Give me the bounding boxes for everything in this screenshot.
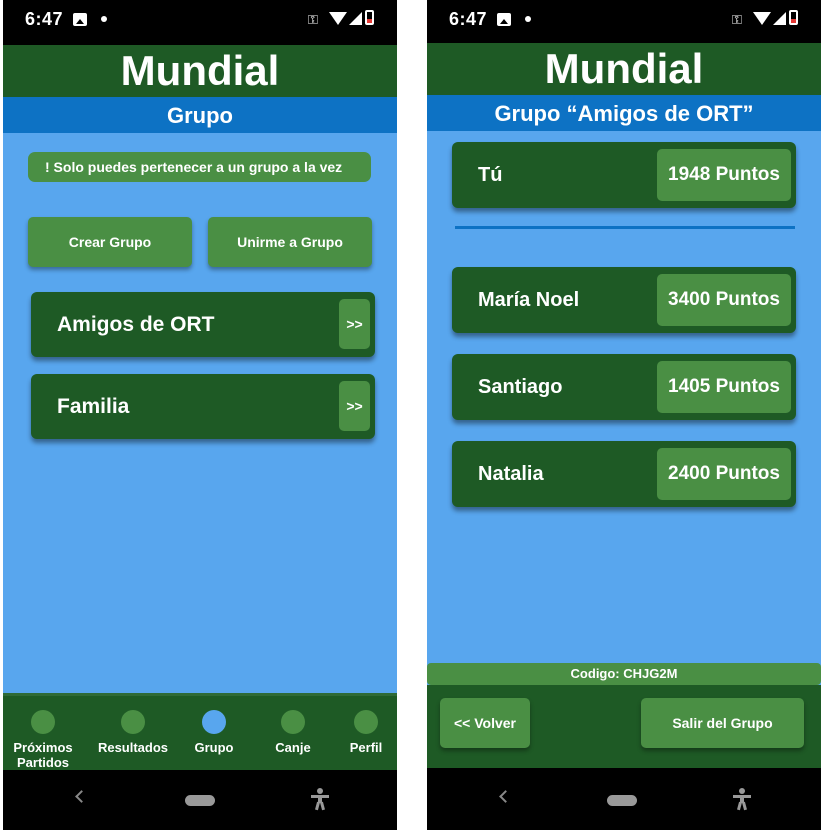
signal-icon xyxy=(349,12,362,25)
groups-content: ! Solo puedes pertenecer a un grupo a la… xyxy=(3,133,397,693)
nav-label: Perfil xyxy=(349,740,383,755)
back-button[interactable]: << Volver xyxy=(440,698,530,748)
group-card-amigos-de-ort[interactable]: Amigos de ORT >> xyxy=(31,292,375,357)
group-name: Familia xyxy=(57,395,130,418)
nav-item-proximos-partidos[interactable]: Próximos Partidos xyxy=(3,696,83,770)
system-navigation-bar xyxy=(427,770,821,830)
open-group-button[interactable]: >> xyxy=(339,381,370,431)
member-points: 2400 Puntos xyxy=(657,448,791,500)
signal-icon xyxy=(773,12,786,25)
nav-dot-icon xyxy=(121,710,145,734)
nav-item-perfil[interactable]: Perfil xyxy=(326,696,397,755)
status-time: 6:47 xyxy=(449,9,488,29)
accessibility-icon[interactable] xyxy=(733,788,751,811)
group-code: Codigo: CHJG2M xyxy=(427,663,821,685)
nav-label: Grupo xyxy=(194,740,234,755)
system-navigation-bar xyxy=(3,770,397,830)
back-icon[interactable] xyxy=(499,790,512,803)
nav-label: Resultados xyxy=(97,740,169,755)
phone-screen-group-detail: 6:47 ⚿ Mundial Grupo “Amigos de ORT” Tú … xyxy=(427,0,821,830)
photo-notification-icon xyxy=(497,13,511,26)
nav-label: Canje xyxy=(275,740,311,755)
wifi-icon xyxy=(753,12,771,25)
leave-group-button[interactable]: Salir del Grupo xyxy=(641,698,804,748)
member-name: Natalia xyxy=(478,463,544,485)
back-icon[interactable] xyxy=(75,790,88,803)
notification-dot-icon xyxy=(525,16,531,22)
group-actions-footer: << Volver Salir del Grupo xyxy=(427,685,821,768)
member-name: María Noel xyxy=(478,289,580,311)
group-card-familia[interactable]: Familia >> xyxy=(31,374,375,439)
create-group-button[interactable]: Crear Grupo xyxy=(28,217,192,267)
status-bar: 6:47 ⚿ xyxy=(427,0,821,45)
notification-dot-icon xyxy=(101,16,107,22)
nav-item-resultados[interactable]: Resultados xyxy=(93,696,173,755)
vpn-key-icon: ⚿ xyxy=(732,12,742,27)
phone-screen-groups: 6:47 ⚿ Mundial Grupo ! Solo puedes perte… xyxy=(3,0,397,830)
nav-dot-icon xyxy=(31,710,55,734)
battery-icon xyxy=(789,10,798,25)
vpn-key-icon: ⚿ xyxy=(308,12,318,27)
member-points: 3400 Puntos xyxy=(657,274,791,326)
group-title: Grupo “Amigos de ORT” xyxy=(427,95,821,131)
divider xyxy=(455,226,795,229)
home-icon[interactable] xyxy=(607,795,637,806)
nav-item-grupo[interactable]: Grupo xyxy=(174,696,254,755)
photo-notification-icon xyxy=(73,13,87,26)
nav-label: Próximos Partidos xyxy=(13,740,73,770)
page-subtitle: Grupo xyxy=(3,97,397,133)
battery-icon xyxy=(365,10,374,25)
open-group-button[interactable]: >> xyxy=(339,299,370,349)
single-group-notice: ! Solo puedes pertenecer a un grupo a la… xyxy=(28,152,371,182)
member-name: Santiago xyxy=(478,376,563,398)
wifi-icon xyxy=(329,12,347,25)
nav-dot-icon xyxy=(354,710,378,734)
group-name: Amigos de ORT xyxy=(57,313,215,336)
app-title: Mundial xyxy=(427,43,821,95)
self-score-row: Tú 1948 Puntos xyxy=(452,142,796,208)
app-title: Mundial xyxy=(3,45,397,97)
member-row: María Noel 3400 Puntos xyxy=(452,267,796,333)
member-points: 1405 Puntos xyxy=(657,361,791,413)
nav-item-canje[interactable]: Canje xyxy=(253,696,333,755)
status-time: 6:47 xyxy=(25,9,64,29)
member-row: Natalia 2400 Puntos xyxy=(452,441,796,507)
member-row: Santiago 1405 Puntos xyxy=(452,354,796,420)
home-icon[interactable] xyxy=(185,795,215,806)
member-name: Tú xyxy=(478,164,503,186)
status-bar: 6:47 ⚿ xyxy=(3,0,397,45)
accessibility-icon[interactable] xyxy=(311,788,329,811)
bottom-navigation: Próximos Partidos Resultados Grupo Canje… xyxy=(3,693,397,770)
nav-dot-icon xyxy=(202,710,226,734)
nav-dot-icon xyxy=(281,710,305,734)
join-group-button[interactable]: Unirme a Grupo xyxy=(208,217,372,267)
member-points: 1948 Puntos xyxy=(657,149,791,201)
